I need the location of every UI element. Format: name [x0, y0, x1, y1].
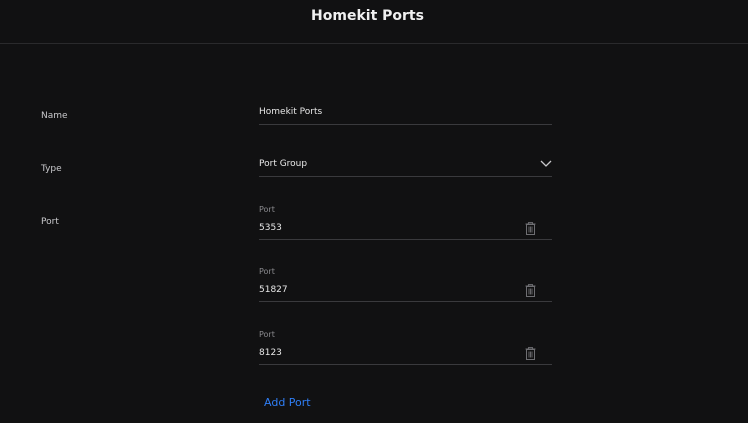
port-label: Port — [41, 217, 59, 227]
port-caption: Port — [259, 267, 275, 276]
name-field-value: Homekit Ports — [259, 107, 323, 117]
type-select[interactable]: Port Group — [259, 157, 552, 177]
name-label: Name — [41, 111, 68, 121]
port-input-3[interactable]: 8123 — [259, 343, 552, 365]
name-field[interactable]: Homekit Ports — [259, 104, 552, 125]
page-header: Homekit Ports — [0, 0, 748, 44]
port-input-value: 8123 — [259, 348, 282, 358]
port-caption: Port — [259, 330, 275, 339]
type-label: Type — [41, 164, 62, 174]
type-select-value: Port Group — [259, 159, 308, 169]
port-input-value: 51827 — [259, 285, 288, 295]
trash-icon[interactable] — [525, 347, 536, 360]
port-caption: Port — [259, 205, 275, 214]
port-input-2[interactable]: 51827 — [259, 280, 552, 302]
port-input-1[interactable]: 5353 — [259, 218, 552, 240]
port-input-value: 5353 — [259, 223, 282, 233]
add-port-button[interactable]: Add Port — [264, 396, 311, 409]
trash-icon[interactable] — [525, 284, 536, 297]
page-title: Homekit Ports — [311, 8, 424, 24]
chevron-down-icon — [540, 160, 552, 167]
trash-icon[interactable] — [525, 222, 536, 235]
